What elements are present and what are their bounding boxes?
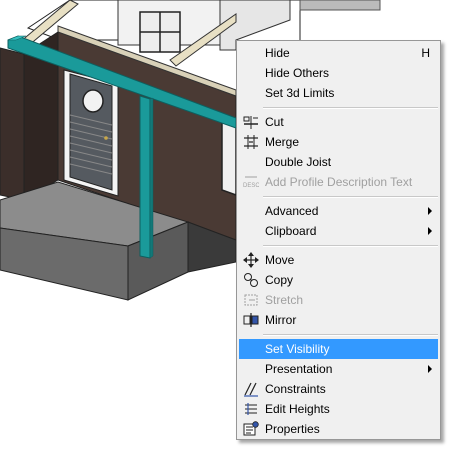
menu-item-copy[interactable]: Copy [239,270,438,290]
menu-item-hide-others[interactable]: Hide Others [239,63,438,83]
menu-item-cut[interactable]: Cut [239,112,438,132]
stretch-icon [244,294,258,306]
move-arrows-icon [243,252,259,268]
menu-item-label: Copy [265,273,294,287]
menu-item-add-profile-description-text[interactable]: DESC Add Profile Description Text [239,172,438,192]
shortcut-hint: H [421,46,430,60]
menu-item-label: Merge [265,135,300,149]
door-porthole [82,89,104,113]
svg-text:DESC: DESC [243,183,259,189]
menu-item-label: Mirror [265,313,297,327]
submenu-arrow-icon [428,207,432,215]
edit-heights-icon [245,403,257,415]
front-window [221,119,237,197]
properties-icon [243,421,259,436]
context-menu: Hide H Hide Others Set 3d Limits Cut Mer… [236,40,441,440]
wall-left [0,47,25,201]
menu-item-hide[interactable]: Hide H [239,43,438,63]
menu-item-label: Add Profile Description Text [265,175,413,189]
submenu-arrow-icon [428,365,432,373]
menu-separator [263,107,438,109]
cut-wall-icon [243,116,258,129]
menu-item-label: Double Joist [265,155,332,169]
menu-item-set-visibility[interactable]: Set Visibility [239,339,438,359]
menu-item-label: Edit Heights [265,402,330,416]
menu-item-advanced[interactable]: Advanced [239,201,438,221]
menu-item-label: Constraints [265,382,326,396]
constraints-icon [244,382,258,397]
menu-item-label: Stretch [265,293,304,307]
door-handle [104,136,108,140]
selected-post[interactable] [139,95,151,259]
merge-icon [244,135,258,149]
menu-item-label: Set 3d Limits [265,86,335,100]
menu-separator [263,196,438,198]
menu-item-edit-heights[interactable]: Edit Heights [239,399,438,419]
wall-top-right [299,0,381,11]
menu-item-label: Advanced [265,204,319,218]
menu-item-label: Move [265,253,295,267]
menu-item-clipboard[interactable]: Clipboard [239,221,438,241]
menu-separator [263,245,438,247]
menu-item-properties[interactable]: Properties [239,419,438,439]
menu-item-merge[interactable]: Merge [239,132,438,152]
menu-item-constraints[interactable]: Constraints [239,379,438,399]
menu-item-label: Presentation [265,362,333,376]
menu-item-presentation[interactable]: Presentation [239,359,438,379]
menu-item-stretch[interactable]: Stretch [239,290,438,310]
menu-item-label: Cut [265,115,284,129]
submenu-arrow-icon [428,227,432,235]
copy-icon [244,273,258,287]
menu-item-double-joist[interactable]: Double Joist [239,152,438,172]
mirror-icon [243,313,259,327]
menu-item-set-3d-limits[interactable]: Set 3d Limits [239,83,438,103]
menu-item-label: Set Visibility [265,342,330,356]
menu-item-label: Hide Others [265,66,330,80]
menu-item-label: Hide [265,46,290,60]
desc-text-icon: DESC [243,176,259,189]
menu-item-label: Properties [265,422,320,436]
menu-item-label: Clipboard [265,224,317,238]
menu-item-move[interactable]: Move [239,250,438,270]
menu-item-mirror[interactable]: Mirror [239,310,438,330]
menu-separator [263,334,438,336]
